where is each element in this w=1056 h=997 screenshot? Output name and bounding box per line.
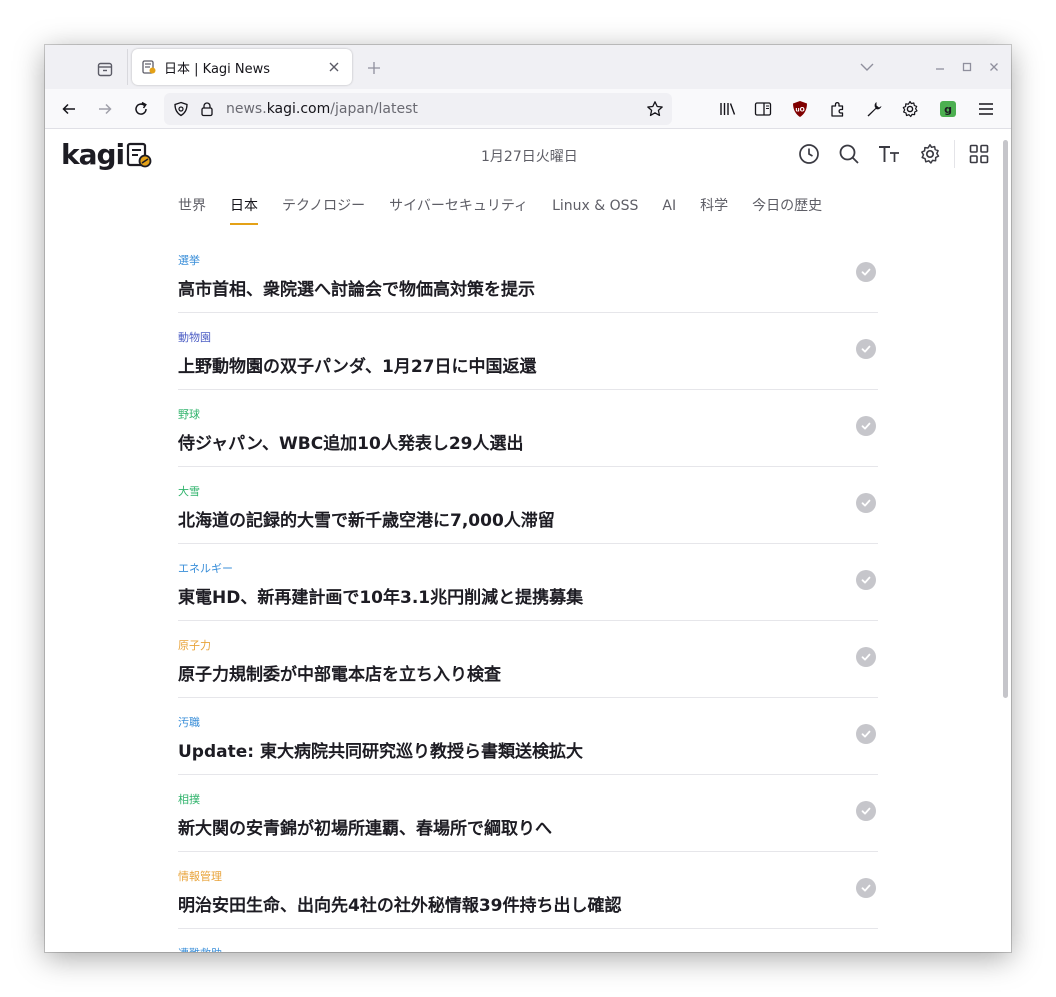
story-list: 選挙高市首相、衆院選へ討論会で物価高対策を提示動物園上野動物園の双子パンダ、1月…	[178, 236, 878, 952]
story-item[interactable]: 動物園上野動物園の双子パンダ、1月27日に中国返還	[178, 313, 878, 390]
story-category-tag[interactable]: 相撲	[178, 791, 200, 807]
mark-read-check-icon[interactable]	[856, 416, 876, 436]
active-tab[interactable]: 日本 | Kagi News	[132, 49, 352, 85]
url-prefix: news.	[226, 101, 267, 117]
back-arrow-icon[interactable]	[57, 97, 81, 121]
category-tab[interactable]: 今日の歴史	[752, 196, 822, 226]
page-content: kagi 1月27日火曜日 世界 日本 テクノロジー サイバーセキュリティ Linux …	[45, 130, 1011, 952]
category-tab[interactable]: 世界	[178, 196, 206, 226]
tracking-protection-shield-icon[interactable]	[172, 100, 190, 118]
story-headline[interactable]: 新大関の安青錦が初場所連覇、春場所で綱取りへ	[178, 814, 552, 839]
category-tab[interactable]: AI	[662, 196, 676, 226]
developer-tools-wrench-icon[interactable]	[862, 97, 886, 121]
story-headline[interactable]: 東電HD、新再建計画で10年3.1兆円削減と提携募集	[178, 583, 583, 608]
story-category-tag[interactable]: 情報管理	[178, 868, 222, 884]
app-menu-hamburger-icon[interactable]	[974, 97, 998, 121]
address-bar[interactable]: news.kagi.com/japan/latest	[164, 93, 672, 125]
mark-read-check-icon[interactable]	[856, 493, 876, 513]
story-category-tag[interactable]: 大雪	[178, 483, 200, 499]
story-item[interactable]: 野球侍ジャパン、WBC追加10人発表し29人選出	[178, 390, 878, 467]
sidebar-toggle-icon[interactable]	[751, 97, 775, 121]
mark-read-check-icon[interactable]	[856, 801, 876, 821]
minimize-icon[interactable]	[931, 58, 949, 76]
story-category-tag[interactable]: 汚職	[178, 714, 200, 730]
story-item[interactable]: エネルギー東電HD、新再建計画で10年3.1兆円削減と提携募集	[178, 544, 878, 621]
story-headline[interactable]: 上野動物園の双子パンダ、1月27日に中国返還	[178, 352, 537, 377]
mark-read-check-icon[interactable]	[856, 262, 876, 282]
kagi-news-favicon-icon	[142, 60, 156, 74]
story-category-tag[interactable]: 原子力	[178, 637, 211, 653]
tab-strip: 日本 | Kagi News	[45, 45, 1011, 89]
forward-arrow-icon[interactable]	[93, 97, 117, 121]
new-tab-icon[interactable]	[363, 57, 385, 79]
ublock-origin-icon[interactable]: uO	[788, 97, 812, 121]
url-text[interactable]: news.kagi.com/japan/latest	[226, 101, 646, 117]
browser-window: 日本 | Kagi News news.kagi.com/japan/lates…	[45, 45, 1011, 952]
story-item[interactable]: 遭難救助	[178, 929, 878, 952]
category-tab[interactable]: Linux & OSS	[552, 196, 638, 226]
svg-text:g: g	[944, 103, 952, 116]
mark-read-check-icon[interactable]	[856, 647, 876, 667]
toolbar-divider	[954, 140, 955, 168]
kagi-logo[interactable]: kagi	[61, 138, 152, 172]
settings-gear-icon[interactable]	[898, 97, 922, 121]
maximize-icon[interactable]	[958, 58, 976, 76]
page-settings-gear-icon[interactable]	[918, 142, 942, 166]
reload-icon[interactable]	[129, 97, 153, 121]
tab-title: 日本 | Kagi News	[164, 61, 271, 77]
story-headline[interactable]: Update: 東大病院共同研究巡り教授ら書類送検拡大	[178, 737, 583, 762]
story-item[interactable]: 大雪北海道の記録的大雪で新千歳空港に7,000人滞留	[178, 467, 878, 544]
navigation-toolbar: news.kagi.com/japan/latest uO g	[45, 89, 1011, 129]
logo-text: kagi	[61, 138, 125, 171]
tab-overview-icon[interactable]	[93, 57, 117, 81]
story-headline[interactable]: 明治安田生命、出向先4社の社外秘情報39件持ち出し確認	[178, 891, 622, 916]
close-tab-icon[interactable]	[324, 57, 344, 77]
tab-separator	[127, 49, 128, 85]
library-icon[interactable]	[716, 97, 740, 121]
search-icon[interactable]	[837, 142, 861, 166]
close-window-icon[interactable]	[985, 58, 1003, 76]
story-headline[interactable]: 北海道の記録的大雪で新千歳空港に7,000人滞留	[178, 506, 555, 531]
grammar-extension-icon[interactable]: g	[936, 97, 960, 121]
url-path: /japan/latest	[330, 101, 418, 117]
story-item[interactable]: 相撲新大関の安青錦が初場所連覇、春場所で綱取りへ	[178, 775, 878, 852]
story-item[interactable]: 選挙高市首相、衆院選へ討論会で物価高対策を提示	[178, 236, 878, 313]
story-category-tag[interactable]: 遭難救助	[178, 945, 222, 952]
story-category-tag[interactable]: 選挙	[178, 252, 200, 268]
svg-text:uO: uO	[795, 107, 804, 114]
mark-read-check-icon[interactable]	[856, 878, 876, 898]
story-item[interactable]: 情報管理明治安田生命、出向先4社の社外秘情報39件持ち出し確認	[178, 852, 878, 929]
story-headline[interactable]: 侍ジャパン、WBC追加10人発表し29人選出	[178, 429, 523, 454]
story-item[interactable]: 汚職 Update: 東大病院共同研究巡り教授ら書類送検拡大	[178, 698, 878, 775]
lock-icon[interactable]	[198, 100, 216, 118]
category-tabs: 世界 日本 テクノロジー サイバーセキュリティ Linux & OSS AI 科学 今日の歴史	[178, 196, 822, 226]
page-scrollbar[interactable]	[1003, 140, 1008, 698]
story-category-tag[interactable]: 野球	[178, 406, 200, 422]
extensions-puzzle-icon[interactable]	[826, 97, 850, 121]
url-host: kagi.com	[266, 101, 331, 117]
story-category-tag[interactable]: 動物園	[178, 329, 211, 345]
category-tab[interactable]: 日本	[230, 196, 258, 226]
history-clock-icon[interactable]	[797, 142, 821, 166]
mark-read-check-icon[interactable]	[856, 570, 876, 590]
mark-read-check-icon[interactable]	[856, 339, 876, 359]
date-label: 1月27日火曜日	[481, 149, 578, 165]
mark-read-check-icon[interactable]	[856, 724, 876, 744]
story-category-tag[interactable]: エネルギー	[178, 560, 233, 576]
category-tab[interactable]: 科学	[700, 196, 728, 226]
category-tab[interactable]: サイバーセキュリティ	[389, 196, 528, 226]
news-logo-icon	[127, 142, 152, 168]
story-item[interactable]: 原子力原子力規制委が中部電本店を立ち入り検査	[178, 621, 878, 698]
story-headline[interactable]: 原子力規制委が中部電本店を立ち入り検査	[178, 660, 501, 685]
story-headline[interactable]: 高市首相、衆院選へ討論会で物価高対策を提示	[178, 275, 535, 300]
list-all-tabs-icon[interactable]	[857, 57, 877, 77]
apps-grid-icon[interactable]	[967, 142, 991, 166]
text-size-icon[interactable]	[877, 142, 901, 166]
category-tab[interactable]: テクノロジー	[282, 196, 365, 226]
bookmark-star-icon[interactable]	[646, 100, 664, 118]
